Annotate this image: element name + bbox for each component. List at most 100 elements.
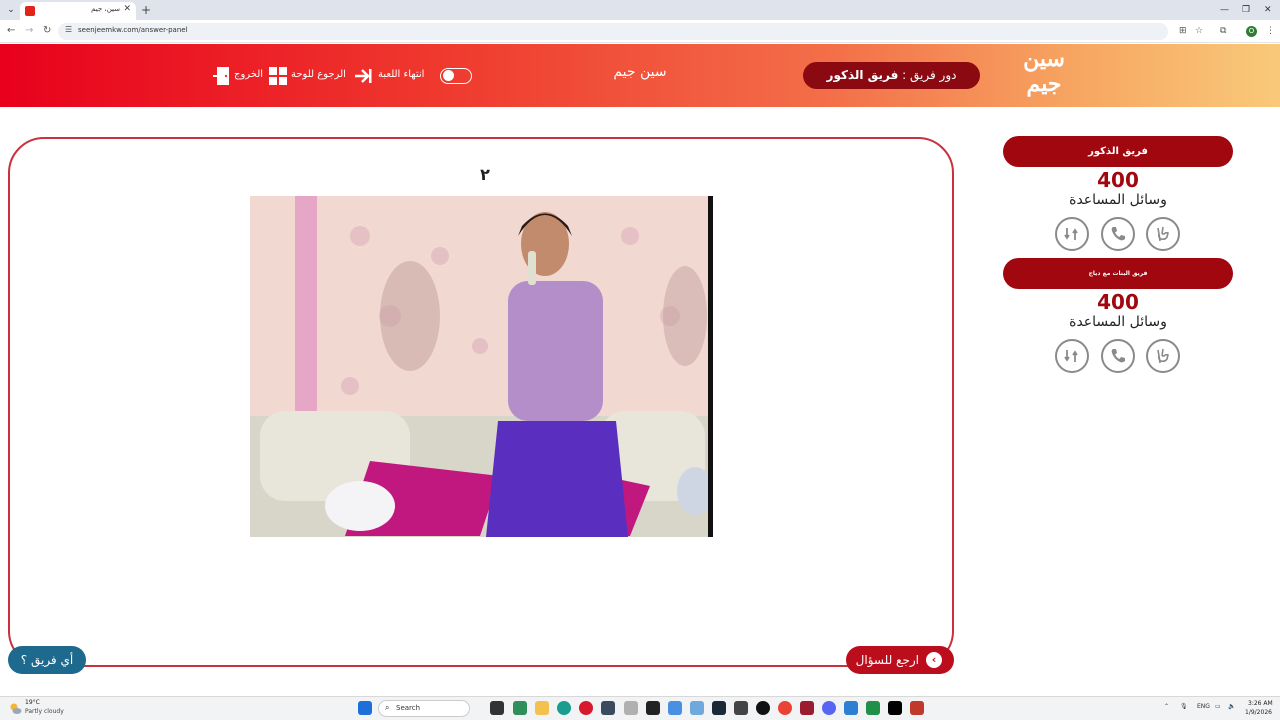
opera-browser-icon[interactable]: [579, 701, 593, 715]
weather-temp: 19°C: [25, 699, 40, 706]
team-card-2: فريق البنات مع دياج 400 وسائل المساعدة: [1003, 258, 1233, 378]
phone-icon: [1111, 227, 1125, 241]
end-game-toggle[interactable]: [440, 68, 472, 84]
app-icon-5[interactable]: [690, 701, 704, 715]
minimize-icon[interactable]: —: [1220, 2, 1229, 18]
app-icon-1[interactable]: [601, 701, 615, 715]
turn-prefix: دور فريق :: [902, 68, 957, 82]
helper-double-points-2[interactable]: [1055, 339, 1089, 373]
phone-icon: [1111, 349, 1125, 363]
question-number: ٢: [480, 165, 490, 184]
end-game-label[interactable]: انتهاء اللعبة: [378, 66, 424, 84]
search-icon: ⌕: [385, 703, 390, 712]
input-language[interactable]: ENG: [1197, 703, 1210, 710]
browser-tab-bar: ⌄ سين، جيم ✕ + — ❐ ✕: [0, 0, 1280, 20]
chevron-right-icon: ›: [926, 652, 942, 668]
app-icon-7[interactable]: [756, 701, 770, 715]
tab-close-icon[interactable]: ✕: [123, 4, 131, 14]
taskbar-search-text: Search: [396, 704, 421, 712]
site-info-icon[interactable]: ☰: [65, 25, 72, 34]
task-view-icon[interactable]: [490, 701, 504, 715]
turn-team-name: فريق الذكور: [826, 68, 899, 82]
app-icon-9[interactable]: [844, 701, 858, 715]
helper-call-friend-1[interactable]: [1101, 217, 1135, 251]
url-text: seenjeemkw.com/answer-panel: [78, 26, 188, 34]
clock-time[interactable]: 3:26 AM: [1248, 700, 1273, 707]
chrome-browser-icon[interactable]: [778, 701, 792, 715]
file-explorer-icon[interactable]: [535, 701, 549, 715]
game-title: سين جيم: [613, 64, 667, 80]
exit-label[interactable]: الخروج: [234, 66, 263, 84]
logo-line-2: جيم: [1026, 71, 1062, 97]
extensions-icon[interactable]: ⧉: [1220, 24, 1226, 38]
new-tab-icon[interactable]: +: [141, 2, 151, 18]
forward-arrow-icon[interactable]: →: [25, 23, 33, 39]
which-team-button[interactable]: أي فريق ؟: [8, 646, 86, 674]
partly-cloudy-icon[interactable]: [9, 702, 22, 715]
app-icon-11[interactable]: [888, 701, 902, 715]
app-icon-12[interactable]: [910, 701, 924, 715]
tab-title: سين، جيم: [91, 5, 120, 13]
site-favicon-icon: [25, 6, 35, 16]
app-icon-8[interactable]: [800, 701, 814, 715]
profile-avatar[interactable]: O: [1246, 26, 1257, 37]
back-to-question-button[interactable]: ارجع للسؤال ›: [846, 646, 954, 674]
helper-hand-1[interactable]: [1146, 217, 1180, 251]
browser-tab[interactable]: سين، جيم ✕: [20, 2, 136, 20]
tray-chevron-icon[interactable]: ⌃: [1164, 703, 1169, 710]
logo-line-1: سين: [1023, 46, 1065, 72]
helper-hand-2[interactable]: [1146, 339, 1180, 373]
restore-icon[interactable]: ❐: [1242, 2, 1250, 18]
app-icon-4[interactable]: [668, 701, 682, 715]
browser-toolbar: ← → ↻ ☰ seenjeemkw.com/answer-panel ⊞ ☆ …: [0, 20, 1280, 43]
bookmark-star-icon[interactable]: ☆: [1195, 24, 1203, 38]
team-score-2: 400: [1097, 290, 1139, 314]
back-to-board-label[interactable]: الرجوع للوحة: [291, 66, 346, 84]
arrow-to-bar-icon[interactable]: [353, 66, 373, 86]
team-score-1: 400: [1097, 168, 1139, 192]
microphone-icon[interactable]: 🎙: [1180, 703, 1188, 710]
helpers-label-2: وسائل المساعدة: [1069, 314, 1167, 330]
site-header: سين جيم دور فريق : فريق الذكور سين جيم ا…: [0, 44, 1280, 107]
helper-call-friend-2[interactable]: [1101, 339, 1135, 373]
start-menu-icon[interactable]: [358, 701, 372, 715]
back-arrow-icon[interactable]: ←: [7, 23, 15, 39]
widgets-icon[interactable]: [513, 701, 527, 715]
current-turn-badge: دور فريق : فريق الذكور: [803, 62, 980, 89]
team-name-2[interactable]: فريق البنات مع دياج: [1003, 258, 1233, 289]
question-panel: ٢: [8, 137, 954, 667]
app-icon-2[interactable]: [624, 701, 638, 715]
question-image: [250, 196, 713, 537]
clock-date[interactable]: 1/9/2026: [1245, 709, 1272, 716]
address-bar[interactable]: ☰ seenjeemkw.com/answer-panel: [58, 23, 1168, 40]
tab-search-icon[interactable]: ⌄: [3, 2, 19, 18]
menu-kebab-icon[interactable]: ⋮: [1266, 24, 1275, 38]
steam-icon[interactable]: [712, 701, 726, 715]
translate-icon[interactable]: ⊞: [1179, 24, 1187, 38]
edge-browser-icon[interactable]: [557, 701, 571, 715]
window-close-icon[interactable]: ✕: [1264, 2, 1272, 18]
team-card-1: فريق الذكور 400 وسائل المساعدة: [1003, 136, 1233, 256]
helpers-label-1: وسائل المساعدة: [1069, 192, 1167, 208]
app-icon-10[interactable]: [866, 701, 880, 715]
exit-door-icon[interactable]: [212, 66, 232, 86]
two-arrows-icon: [1064, 350, 1078, 362]
question-image-illustration: [250, 196, 713, 537]
reload-icon[interactable]: ↻: [43, 23, 51, 39]
grid-board-icon[interactable]: [268, 66, 288, 86]
taskbar-search[interactable]: ⌕ Search: [378, 700, 470, 717]
team-name-1[interactable]: فريق الذكور: [1003, 136, 1233, 167]
helper-double-points-1[interactable]: [1055, 217, 1089, 251]
victory-hand-icon: [1157, 226, 1169, 242]
two-arrows-icon: [1064, 228, 1078, 240]
site-logo[interactable]: سين جيم: [1014, 47, 1074, 103]
back-to-question-label: ارجع للسؤال: [855, 653, 919, 667]
app-icon-3[interactable]: [646, 701, 660, 715]
network-icon[interactable]: ▭: [1215, 703, 1221, 710]
victory-hand-icon: [1157, 348, 1169, 364]
weather-desc: Partly cloudy: [25, 708, 64, 715]
app-icon-6[interactable]: [734, 701, 748, 715]
windows-taskbar: 19°C Partly cloudy ⌕ Search ⌃ 🎙 ENG ▭ 🔈 …: [0, 696, 1280, 720]
volume-icon[interactable]: 🔈: [1228, 703, 1235, 710]
discord-icon[interactable]: [822, 701, 836, 715]
